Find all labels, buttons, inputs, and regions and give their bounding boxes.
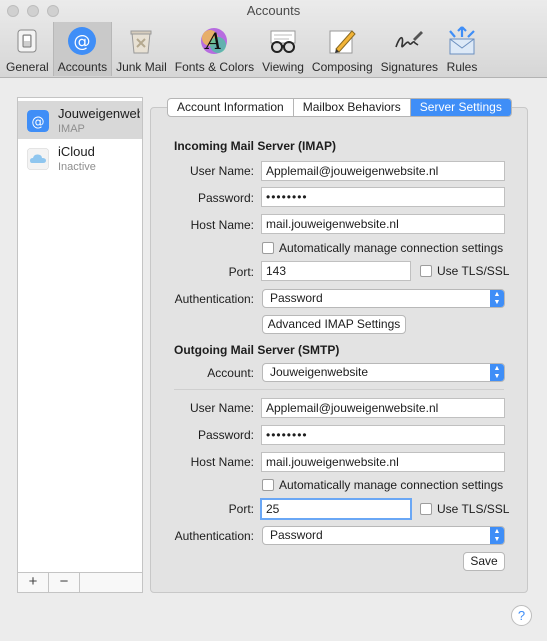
toolbar-label: Signatures	[380, 60, 438, 74]
toolbar-item-rules[interactable]: Rules	[442, 22, 482, 76]
preferences-toolbar: General @ Accounts Junk Mail A Fonts & C…	[2, 22, 482, 76]
checkbox-box[interactable]	[420, 503, 432, 515]
sidebar-footer: + −	[18, 572, 142, 592]
toolbar-label: Fonts & Colors	[174, 60, 255, 74]
account-name: Jouweigenwebsite	[58, 106, 140, 121]
toolbar-label: Junk Mail	[116, 60, 167, 74]
incoming-tls-checkbox[interactable]: Use TLS/SSL	[420, 264, 509, 278]
checkbox-box[interactable]	[420, 265, 432, 277]
outgoing-tls-label: Use TLS/SSL	[437, 502, 510, 516]
outgoing-password-label: Password:	[197, 428, 254, 442]
outgoing-authentication-popup[interactable]: Password ▲ ▼	[262, 526, 505, 545]
incoming-auth-label: Authentication:	[174, 292, 254, 306]
sidebar-footer-spacer	[80, 573, 142, 592]
pencil-icon	[329, 30, 356, 54]
window-titlebar: Accounts General @ Accounts Junk Mail A …	[0, 0, 547, 78]
incoming-host-name-field[interactable]	[261, 214, 505, 234]
signature-icon	[395, 31, 424, 48]
toolbar-label: Viewing	[262, 60, 304, 74]
advanced-imap-settings-button[interactable]: Advanced IMAP Settings	[262, 315, 406, 334]
icloud-icon	[27, 148, 49, 170]
outgoing-account-popup[interactable]: Jouweigenwebsite ▲ ▼	[262, 363, 505, 382]
tab-server-settings[interactable]: Server Settings	[410, 99, 511, 116]
toolbar-item-viewing[interactable]: Viewing	[258, 22, 308, 76]
tab-mailbox-behaviors[interactable]: Mailbox Behaviors	[294, 99, 411, 116]
save-button[interactable]: Save	[463, 552, 505, 571]
account-item-icloud[interactable]: iCloud Inactive	[18, 139, 142, 177]
toolbar-item-junk-mail[interactable]: Junk Mail	[112, 22, 171, 76]
incoming-port-label: Port:	[228, 265, 254, 279]
incoming-user-name-field[interactable]	[261, 161, 505, 181]
outgoing-account-value: Jouweigenwebsite	[270, 365, 369, 379]
remove-account-button[interactable]: −	[49, 573, 80, 592]
outgoing-auth-value: Password	[270, 528, 323, 542]
toolbar-item-general[interactable]: General	[2, 22, 53, 76]
checkbox-box[interactable]	[262, 242, 274, 254]
incoming-auto-manage-checkbox[interactable]: Automatically manage connection settings	[262, 241, 503, 255]
outgoing-auth-label: Authentication:	[174, 529, 254, 543]
rules-envelope-icon	[449, 26, 475, 55]
add-account-button[interactable]: +	[18, 573, 49, 592]
toolbar-item-accounts[interactable]: @ Accounts	[52, 22, 113, 76]
incoming-password-field[interactable]: ••••••••	[261, 187, 505, 207]
help-button[interactable]: ?	[511, 605, 532, 626]
general-switch-icon	[17, 29, 37, 53]
toolbar-label: Composing	[311, 60, 373, 74]
incoming-auth-value: Password	[270, 291, 323, 305]
checkbox-box[interactable]	[262, 479, 274, 491]
outgoing-user-label: User Name:	[189, 401, 254, 415]
outgoing-host-name-field[interactable]	[261, 452, 505, 472]
incoming-auto-manage-label: Automatically manage connection settings	[279, 241, 504, 255]
glasses-icon	[270, 30, 296, 53]
incoming-user-label: User Name:	[189, 164, 254, 178]
incoming-authentication-popup[interactable]: Password ▲ ▼	[262, 289, 505, 308]
outgoing-account-label: Account:	[207, 366, 254, 380]
outgoing-tls-checkbox[interactable]: Use TLS/SSL	[420, 502, 509, 516]
account-status: Inactive	[58, 161, 96, 173]
outgoing-section-title: Outgoing Mail Server (SMTP)	[174, 343, 340, 357]
incoming-tls-label: Use TLS/SSL	[437, 264, 510, 278]
svg-text:A: A	[204, 30, 222, 55]
outgoing-port-label: Port:	[228, 502, 254, 516]
svg-text:@: @	[32, 115, 45, 130]
account-item-jouweigenwebsite[interactable]: @ Jouweigenwebsite IMAP	[18, 101, 142, 139]
incoming-host-label: Host Name:	[190, 218, 254, 232]
at-sign-icon: @	[27, 110, 49, 132]
incoming-section-title: Incoming Mail Server (IMAP)	[174, 139, 337, 153]
at-sign-icon: @	[68, 27, 97, 55]
accounts-sidebar: @ Jouweigenwebsite IMAP iCloud Inactive …	[17, 97, 143, 593]
svg-text:@: @	[74, 32, 91, 52]
fonts-icon: A	[201, 28, 228, 55]
account-tabs: Account Information Mailbox Behaviors Se…	[167, 98, 512, 117]
chevron-updown-icon: ▲ ▼	[490, 290, 504, 307]
trash-bin-icon	[130, 30, 152, 54]
outgoing-user-name-field[interactable]	[261, 398, 505, 418]
account-name: iCloud	[58, 144, 95, 159]
chevron-updown-icon: ▲ ▼	[490, 527, 504, 544]
incoming-port-field[interactable]	[261, 261, 411, 281]
section-divider	[174, 389, 504, 390]
incoming-password-label: Password:	[197, 191, 254, 205]
toolbar-item-composing[interactable]: Composing	[308, 22, 377, 76]
toolbar-label: General	[6, 60, 49, 74]
outgoing-auto-manage-label: Automatically manage connection settings	[279, 478, 504, 492]
tab-account-information[interactable]: Account Information	[168, 99, 294, 116]
toolbar-label: Accounts	[57, 60, 108, 74]
account-type: IMAP	[58, 123, 85, 135]
toolbar-item-signatures[interactable]: Signatures	[377, 22, 442, 76]
outgoing-host-label: Host Name:	[190, 455, 254, 469]
toolbar-label: Rules	[446, 60, 478, 74]
chevron-updown-icon: ▲ ▼	[490, 364, 504, 381]
toolbar-item-fonts-colors[interactable]: A Fonts & Colors	[171, 22, 258, 76]
outgoing-auto-manage-checkbox[interactable]: Automatically manage connection settings	[262, 478, 503, 492]
window-title: Accounts	[246, 3, 301, 18]
outgoing-port-field[interactable]	[260, 498, 412, 520]
outgoing-password-field[interactable]: ••••••••	[261, 425, 505, 445]
